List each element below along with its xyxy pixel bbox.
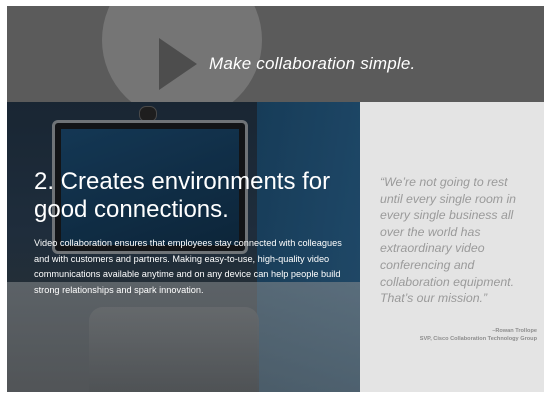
video-banner[interactable]: Make collaboration simple. [7,6,544,102]
page: Make collaboration simple. 2. Creates en… [0,0,550,399]
quote-text: “We’re not going to rest until every sin… [380,175,517,306]
quote-panel: “We’re not going to rest until every sin… [360,102,544,392]
section-body: Video collaboration ensures that employe… [34,238,342,295]
banner-tagline: Make collaboration simple. [209,54,416,73]
section-heading: 2. Creates environments for good connect… [34,168,331,223]
quote-author-title: SVP, Cisco Collaboration Technology Grou… [419,336,537,342]
quote-author: –Rowan Trollope [492,328,537,334]
play-icon[interactable] [159,38,197,90]
